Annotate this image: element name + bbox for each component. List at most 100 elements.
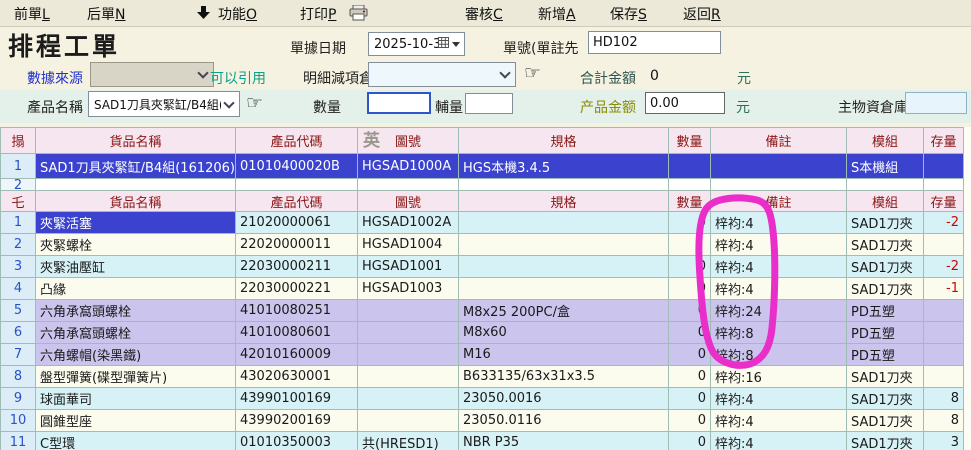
- cell-qty[interactable]: 0: [669, 344, 711, 366]
- cell-qty[interactable]: 0: [669, 388, 711, 410]
- cell-code[interactable]: 22030000221: [236, 278, 358, 300]
- cell-stock[interactable]: [924, 366, 964, 388]
- cell-qty[interactable]: 0: [669, 256, 711, 278]
- cell-name[interactable]: 凸緣: [36, 278, 236, 300]
- cell-module[interactable]: SAD1刀夾: [847, 234, 924, 256]
- cell-note[interactable]: 梓袀:8: [711, 322, 847, 344]
- cell-code[interactable]: 41010080601: [236, 322, 358, 344]
- cell-spec[interactable]: NBR P35: [459, 432, 669, 450]
- cell-name[interactable]: C型環: [36, 432, 236, 450]
- cell-draw[interactable]: HGSAD1002A: [358, 212, 459, 234]
- cell-module[interactable]: PD五塑: [847, 344, 924, 366]
- cell-stock[interactable]: -1: [924, 278, 964, 300]
- data-source-combo[interactable]: [90, 62, 214, 87]
- cell-name[interactable]: 夾緊活塞: [36, 212, 236, 234]
- cell-stock[interactable]: [924, 344, 964, 366]
- cell-draw[interactable]: [358, 410, 459, 432]
- qty-input[interactable]: [367, 92, 431, 114]
- audit-button[interactable]: 審核C: [465, 4, 503, 24]
- cell-draw[interactable]: [358, 388, 459, 410]
- cell-name[interactable]: SAD1刀具夾緊缸/B4組(161206): [36, 154, 236, 179]
- cell-spec[interactable]: [459, 256, 669, 278]
- cell-module[interactable]: SAD1刀夾: [847, 212, 924, 234]
- cell-seq[interactable]: 4: [1, 278, 36, 300]
- main-warehouse-input[interactable]: [905, 92, 967, 114]
- cell-name[interactable]: 夾緊油壓缸: [36, 256, 236, 278]
- cell-module[interactable]: SAD1刀夾: [847, 278, 924, 300]
- cell-seq[interactable]: 1: [1, 154, 36, 179]
- cell-stock[interactable]: [924, 234, 964, 256]
- save-button[interactable]: 保存S: [610, 4, 647, 24]
- prev-doc-button[interactable]: 前單L: [14, 4, 50, 24]
- cell-note[interactable]: 梓袀:4: [711, 234, 847, 256]
- cell-module[interactable]: PD五塑: [847, 322, 924, 344]
- cell-code[interactable]: 22020000011: [236, 234, 358, 256]
- cell-module[interactable]: SAD1刀夾: [847, 432, 924, 450]
- cell-module[interactable]: SAD1刀夾: [847, 410, 924, 432]
- cell-qty[interactable]: 0: [669, 278, 711, 300]
- pointing-hand-icon[interactable]: ☞: [524, 64, 541, 83]
- cell-draw[interactable]: 共(HRESD1): [358, 432, 459, 450]
- cell-spec[interactable]: [459, 212, 669, 234]
- cell-code[interactable]: 43990200169: [236, 410, 358, 432]
- cell-name[interactable]: 夾緊螺栓: [36, 234, 236, 256]
- cell-code[interactable]: 21020000061: [236, 212, 358, 234]
- cell-seq[interactable]: 5: [1, 300, 36, 322]
- cell-code[interactable]: 01010350003: [236, 432, 358, 450]
- cell-seq[interactable]: 2: [1, 234, 36, 256]
- product-amount-input[interactable]: [645, 92, 725, 114]
- cell-seq[interactable]: 6: [1, 322, 36, 344]
- cell-qty[interactable]: [669, 234, 711, 256]
- cell-qty[interactable]: 0: [669, 300, 711, 322]
- cell-module[interactable]: S本機組: [847, 154, 924, 179]
- cell-note[interactable]: 梓袀:8: [711, 344, 847, 366]
- cell-qty[interactable]: [669, 154, 711, 179]
- cell-spec[interactable]: B633135/63x31x3.5: [459, 366, 669, 388]
- cell-note[interactable]: 梓袀:4: [711, 432, 847, 450]
- doc-no-input[interactable]: [588, 31, 721, 54]
- cell-spec[interactable]: M8x25 200PC/盒: [459, 300, 669, 322]
- cell-module[interactable]: SAD1刀夾: [847, 256, 924, 278]
- back-button[interactable]: 返回R: [683, 4, 721, 24]
- cell-seq[interactable]: 10: [1, 410, 36, 432]
- cell-note[interactable]: 梓袀:4: [711, 212, 847, 234]
- next-doc-button[interactable]: 后單N: [87, 4, 125, 24]
- cell-code[interactable]: 22030000211: [236, 256, 358, 278]
- cell-seq[interactable]: 11: [1, 432, 36, 450]
- cell-seq[interactable]: 8: [1, 366, 36, 388]
- cell-draw[interactable]: HGSAD1001: [358, 256, 459, 278]
- cell-module[interactable]: PD五塑: [847, 300, 924, 322]
- cell-note[interactable]: 梓袀:4: [711, 410, 847, 432]
- printer-icon[interactable]: [349, 5, 368, 25]
- cell-draw[interactable]: [358, 300, 459, 322]
- aux-qty-input[interactable]: [465, 93, 513, 114]
- cell-note[interactable]: [711, 154, 847, 179]
- print-button[interactable]: 打印P: [300, 4, 336, 24]
- cell-stock[interactable]: [924, 154, 964, 179]
- cell-note[interactable]: 梓袀:24: [711, 300, 847, 322]
- cell-stock[interactable]: [924, 322, 964, 344]
- cell-spec[interactable]: 23050.0116: [459, 410, 669, 432]
- cell-draw[interactable]: [358, 322, 459, 344]
- cell-stock[interactable]: -2: [924, 212, 964, 234]
- cell-spec[interactable]: 23050.0016: [459, 388, 669, 410]
- cell-draw[interactable]: HGSAD1003: [358, 278, 459, 300]
- detail-deduct-combo[interactable]: [368, 62, 516, 87]
- cell-qty[interactable]: 0: [669, 212, 711, 234]
- cell-spec[interactable]: [459, 278, 669, 300]
- cell-note[interactable]: 梓袀:4: [711, 256, 847, 278]
- function-menu-button[interactable]: 功能O: [218, 4, 257, 24]
- add-button[interactable]: 新增A: [538, 4, 576, 24]
- cell-stock[interactable]: [924, 300, 964, 322]
- cell-draw[interactable]: [358, 366, 459, 388]
- cell-seq[interactable]: 1: [1, 212, 36, 234]
- cell-name[interactable]: 圓錐型座: [36, 410, 236, 432]
- product-name-combo[interactable]: SAD1刀具夾緊缸/B4組(:: [88, 91, 240, 117]
- cell-module[interactable]: SAD1刀夾: [847, 388, 924, 410]
- cell-seq[interactable]: 3: [1, 256, 36, 278]
- cell-qty[interactable]: 0: [669, 410, 711, 432]
- doc-date-combo[interactable]: 2025-10-31: [368, 32, 465, 56]
- cell-code[interactable]: 41010080251: [236, 300, 358, 322]
- cell-code[interactable]: 01010400020B: [236, 154, 358, 179]
- cell-draw[interactable]: HGSAD1000A: [358, 154, 459, 179]
